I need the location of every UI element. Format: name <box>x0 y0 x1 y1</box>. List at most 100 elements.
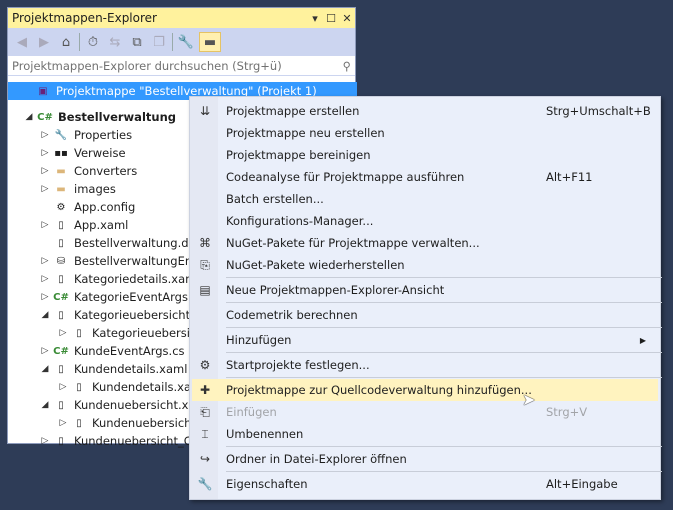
menu-item[interactable]: ⚙ Startprojekte festlegen... <box>192 354 658 376</box>
expander-icon[interactable]: ▷ <box>38 256 52 266</box>
menu-item-label: Einfügen <box>226 405 277 419</box>
file-icon: ▯ <box>58 399 64 411</box>
menu-item[interactable]: ⌶ Umbenennen <box>192 423 658 445</box>
gear-icon: ⚙ <box>199 358 211 372</box>
menu-item-shortcut: Alt+Eingabe <box>546 477 618 491</box>
file-icon: C# <box>37 111 53 123</box>
expander-icon[interactable]: ◢ <box>38 310 52 320</box>
menu-item[interactable]: ↪ Ordner in Datei-Explorer öffnen <box>192 448 658 470</box>
tree-item-label: Bestellverwaltung.db <box>74 236 196 250</box>
menu-item[interactable]: Batch erstellen... <box>192 188 658 210</box>
preview-icon[interactable]: ▬ <box>199 32 221 52</box>
back-icon[interactable]: ◀ <box>13 32 31 52</box>
menu-item[interactable]: Codemetrik berechnen <box>192 304 658 326</box>
expander-icon[interactable]: ▷ <box>38 130 52 140</box>
expander-icon[interactable]: ◢ <box>22 112 36 122</box>
menu-item[interactable]: Codeanalyse für Projektmappe ausführen Al… <box>192 166 658 188</box>
tree-item-label: App.config <box>74 200 136 214</box>
search-icon[interactable]: ⚲ <box>343 59 351 73</box>
toolbar-separator <box>79 33 80 51</box>
menu-item[interactable]: ⌘ NuGet-Pakete für Projektmappe verwalten… <box>192 232 658 254</box>
expander-icon[interactable]: ▷ <box>38 292 52 302</box>
properties-wrench-icon[interactable]: 🔧 <box>177 32 195 52</box>
menu-item[interactable]: 🔧 Eigenschaften Alt+Eingabe <box>192 473 658 495</box>
expander-icon[interactable]: ▷ <box>56 382 70 392</box>
tree-item-label: Properties <box>74 128 133 142</box>
tree-item-label: BestellverwaltungEnti <box>74 254 200 268</box>
menu-item[interactable]: Projektmappe bereinigen <box>192 144 658 166</box>
menu-item[interactable]: ✚ Projektmappe zur Quellcodeverwaltung hi… <box>192 379 658 401</box>
menu-item[interactable]: Projektmappe neu erstellen <box>192 122 658 144</box>
file-icon: ▬ <box>56 165 66 177</box>
search-placeholder: Projektmappen-Explorer durchsuchen (Strg… <box>12 58 282 73</box>
new-view-icon: ▤ <box>199 283 211 297</box>
collapse-all-icon[interactable]: ⧉ <box>128 32 146 52</box>
tree-item-label: KategorieEventArgs.c <box>74 290 198 304</box>
menu-item[interactable]: ⎘ NuGet-Pakete wiederherstellen <box>192 254 658 276</box>
rename-icon: ⌶ <box>201 426 209 441</box>
toolbar-separator <box>172 33 173 51</box>
tree-item-label: Kategorieuebersicht.x <box>74 308 201 322</box>
file-icon: C# <box>53 291 69 303</box>
menu-item[interactable]: ⎗ Einfügen Strg+V <box>192 401 658 423</box>
menu-item-label: Neue Projektmappen-Explorer-Ansicht <box>226 283 445 297</box>
menu-item[interactable]: ▤ Neue Projektmappen-Explorer-Ansicht <box>192 279 658 301</box>
menu-item-label: Hinzufügen <box>226 333 292 347</box>
copy-icon[interactable]: ❐ <box>150 32 168 52</box>
menu-item-label: Projektmappe neu erstellen <box>226 126 385 140</box>
restore-packages-icon: ⎘ <box>200 257 210 272</box>
close-icon[interactable]: ✕ <box>339 12 355 25</box>
expander-icon[interactable]: ◢ <box>38 400 52 410</box>
expander-icon[interactable]: ▷ <box>38 166 52 176</box>
dropdown-icon[interactable]: ▾ <box>307 12 323 25</box>
mouse-cursor-icon: ➤ <box>522 390 536 409</box>
menu-item[interactable]: Konfigurations-Manager... <box>192 210 658 232</box>
menu-separator <box>226 327 662 328</box>
menu-item-label: Batch erstellen... <box>226 192 324 206</box>
expander-icon[interactable]: ▷ <box>38 184 52 194</box>
forward-icon[interactable]: ▶ <box>35 32 53 52</box>
menu-item-label: Codemetrik berechnen <box>226 308 358 322</box>
file-icon: ▯ <box>58 309 64 321</box>
menu-item-label: NuGet-Pakete wiederherstellen <box>226 258 405 272</box>
menu-item-label: Eigenschaften <box>226 477 308 491</box>
expander-icon[interactable]: ▷ <box>38 220 52 230</box>
menu-item-label: Projektmappe bereinigen <box>226 148 371 162</box>
expander-icon[interactable]: ▷ <box>56 328 70 338</box>
maximize-icon[interactable]: ☐ <box>323 12 339 25</box>
build-icon: ⇊ <box>199 104 211 118</box>
file-icon: ▯ <box>76 417 82 429</box>
wrench-icon: 🔧 <box>197 477 213 491</box>
expander-icon[interactable]: ▷ <box>38 274 52 284</box>
home-icon[interactable]: ⌂ <box>57 32 75 52</box>
tree-item-label: Kategorieuebersic <box>92 326 197 340</box>
menu-item-label: Umbenennen <box>226 427 304 441</box>
menu-item[interactable]: Hinzufügen ▶ <box>192 329 658 351</box>
panel-title: Projektmappen-Explorer <box>12 11 157 25</box>
file-icon: ▯ <box>76 327 82 339</box>
menu-separator <box>226 352 662 353</box>
menu-item[interactable]: ⇊ Projektmappe erstellen Strg+Umschalt+B <box>192 100 658 122</box>
history-icon[interactable]: ⏱ <box>84 32 102 52</box>
submenu-arrow-icon: ▶ <box>639 335 646 345</box>
tree-item-label: Kundenuebersicht <box>92 416 196 430</box>
expander-icon[interactable]: ▷ <box>38 436 52 446</box>
expander-icon[interactable]: ◢ <box>38 364 52 374</box>
expander-icon[interactable]: ▷ <box>38 346 52 356</box>
tree-item-label: Bestellverwaltung <box>58 110 176 124</box>
menu-item-label: Codeanalyse für Projektmappe ausführen <box>226 170 465 184</box>
expander-icon[interactable]: ▷ <box>38 148 52 158</box>
menu-separator <box>226 302 662 303</box>
tree-item-label: Kundendetails.xan <box>92 380 199 394</box>
file-icon: ▣ <box>38 85 48 97</box>
file-icon: ⚙ <box>56 201 66 213</box>
sync-icon[interactable]: ⇆ <box>106 32 124 52</box>
panel-titlebar: Projektmappen-Explorer ▾ ☐ ✕ <box>8 8 355 28</box>
paste-icon: ⎗ <box>200 404 210 419</box>
file-icon: ▯ <box>58 363 64 375</box>
search-input[interactable]: Projektmappen-Explorer durchsuchen (Strg… <box>8 56 355 76</box>
file-icon: ⛁ <box>56 255 66 267</box>
menu-item-shortcut: Strg+Umschalt+B <box>546 104 651 118</box>
expander-icon[interactable]: ▷ <box>56 418 70 428</box>
menu-item-label: Projektmappe zur Quellcodeverwaltung hin… <box>226 383 532 397</box>
